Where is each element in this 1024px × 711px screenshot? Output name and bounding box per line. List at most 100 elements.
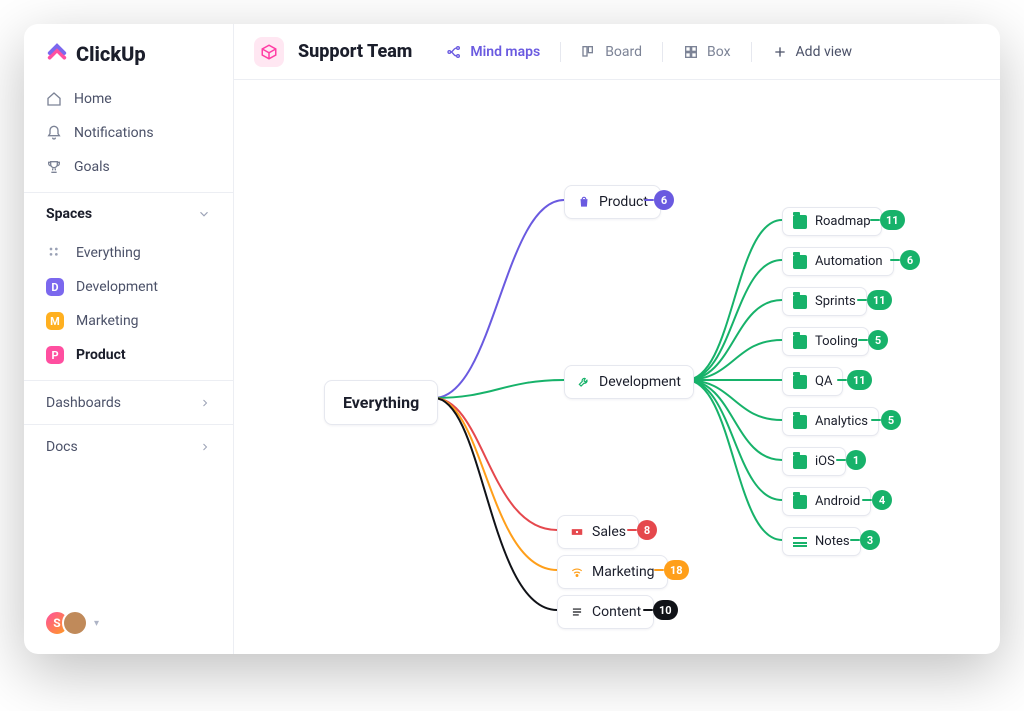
nav-notifications[interactable]: Notifications	[34, 116, 223, 150]
plus-icon	[772, 44, 788, 60]
node-notes[interactable]: Notes	[782, 527, 861, 556]
list-icon	[570, 605, 584, 619]
connector	[870, 219, 880, 221]
node-automation[interactable]: Automation	[782, 247, 894, 276]
folder-icon	[793, 375, 807, 389]
connector	[644, 199, 654, 201]
node-tooling-label: Tooling	[815, 334, 858, 349]
connector	[654, 569, 664, 571]
space-product-label: Product	[76, 347, 126, 363]
mindmap-icon	[446, 44, 462, 60]
node-ios[interactable]: iOS	[782, 447, 846, 476]
space-marketing-avatar: M	[46, 312, 64, 330]
node-marketing[interactable]: Marketing	[557, 555, 668, 589]
wifi-icon	[570, 565, 584, 579]
tab-mind-maps[interactable]: Mind maps	[436, 36, 550, 68]
sidebar-footer: S ▾	[24, 610, 233, 640]
folder-icon	[793, 455, 807, 469]
folder-icon	[793, 255, 807, 269]
node-roadmap[interactable]: Roadmap	[782, 207, 882, 236]
connector	[836, 459, 846, 461]
node-product-count: 6	[654, 190, 674, 210]
connector	[837, 379, 847, 381]
team-icon[interactable]	[254, 37, 284, 67]
chevron-down-icon	[197, 207, 211, 221]
space-everything[interactable]: Everything	[34, 236, 223, 270]
node-notes-label: Notes	[815, 534, 850, 549]
bell-icon	[46, 125, 62, 141]
wrench-icon	[577, 375, 591, 389]
nav-home[interactable]: Home	[34, 82, 223, 116]
space-everything-label: Everything	[76, 245, 141, 261]
node-android-count: 4	[872, 490, 892, 510]
team-name: Support Team	[298, 41, 412, 62]
space-development[interactable]: D Development	[34, 270, 223, 304]
main: Support Team Mind maps Board Box	[234, 24, 1000, 654]
connector	[857, 299, 867, 301]
node-qa-count: 11	[847, 370, 872, 390]
tab-box-label: Box	[707, 44, 731, 60]
brand-name: ClickUp	[76, 42, 146, 66]
node-marketing-label: Marketing	[592, 564, 655, 580]
app-window: ClickUp Home Notifications Goals Spaces	[24, 24, 1000, 654]
chevron-right-icon	[199, 441, 211, 453]
node-content-label: Content	[592, 604, 641, 620]
connector	[862, 499, 872, 501]
divider	[751, 42, 752, 62]
view-tabs: Mind maps Board Box Add view	[436, 36, 862, 68]
add-view-button[interactable]: Add view	[762, 36, 863, 68]
user-menu-caret[interactable]: ▾	[94, 618, 99, 629]
node-sales[interactable]: Sales	[557, 515, 639, 549]
node-analytics[interactable]: Analytics	[782, 407, 879, 436]
mindmap-canvas[interactable]: Everything Product 6 Development Sales 8	[234, 80, 1000, 654]
node-sales-label: Sales	[592, 524, 626, 540]
space-marketing[interactable]: M Marketing	[34, 304, 223, 338]
connector	[627, 529, 637, 531]
sidebar: ClickUp Home Notifications Goals Spaces	[24, 24, 234, 654]
tab-box[interactable]: Box	[673, 36, 741, 68]
connector	[858, 339, 868, 341]
folder-icon	[793, 335, 807, 349]
list-icon	[793, 537, 807, 547]
avatar-user-2[interactable]	[62, 610, 88, 636]
folder-icon	[793, 295, 807, 309]
board-icon	[581, 44, 597, 60]
node-ios-count: 1	[846, 450, 866, 470]
space-product-avatar: P	[46, 346, 64, 364]
node-roadmap-label: Roadmap	[815, 214, 871, 229]
connector	[850, 539, 860, 541]
node-qa[interactable]: QA	[782, 367, 843, 396]
spaces-section-toggle[interactable]: Spaces	[24, 192, 233, 234]
dashboards-section[interactable]: Dashboards	[24, 380, 233, 424]
node-content[interactable]: Content	[557, 595, 654, 629]
tab-mind-maps-label: Mind maps	[470, 44, 540, 60]
folder-icon	[793, 415, 807, 429]
box-icon	[683, 44, 699, 60]
home-icon	[46, 91, 62, 107]
node-development[interactable]: Development	[564, 365, 694, 399]
spaces-heading: Spaces	[46, 206, 92, 222]
brand-logo[interactable]: ClickUp	[24, 42, 233, 76]
node-ios-label: iOS	[815, 454, 835, 469]
node-product[interactable]: Product	[564, 185, 661, 219]
chevron-right-icon	[199, 397, 211, 409]
space-development-label: Development	[76, 279, 158, 295]
connector	[890, 259, 900, 261]
node-tooling[interactable]: Tooling	[782, 327, 869, 356]
clickup-logo-icon	[46, 43, 68, 65]
node-root[interactable]: Everything	[324, 380, 438, 425]
divider	[662, 42, 663, 62]
space-development-avatar: D	[46, 278, 64, 296]
tab-board[interactable]: Board	[571, 36, 652, 68]
node-android[interactable]: Android	[782, 487, 871, 516]
node-sprints-count: 11	[867, 290, 892, 310]
docs-section[interactable]: Docs	[24, 424, 233, 468]
node-sprints-label: Sprints	[815, 294, 856, 309]
nav-goals-label: Goals	[74, 159, 110, 175]
space-product[interactable]: P Product	[34, 338, 223, 372]
primary-nav: Home Notifications Goals	[24, 76, 233, 192]
nav-goals[interactable]: Goals	[34, 150, 223, 184]
node-analytics-label: Analytics	[815, 414, 868, 429]
nav-notifications-label: Notifications	[74, 125, 154, 141]
node-sprints[interactable]: Sprints	[782, 287, 867, 316]
